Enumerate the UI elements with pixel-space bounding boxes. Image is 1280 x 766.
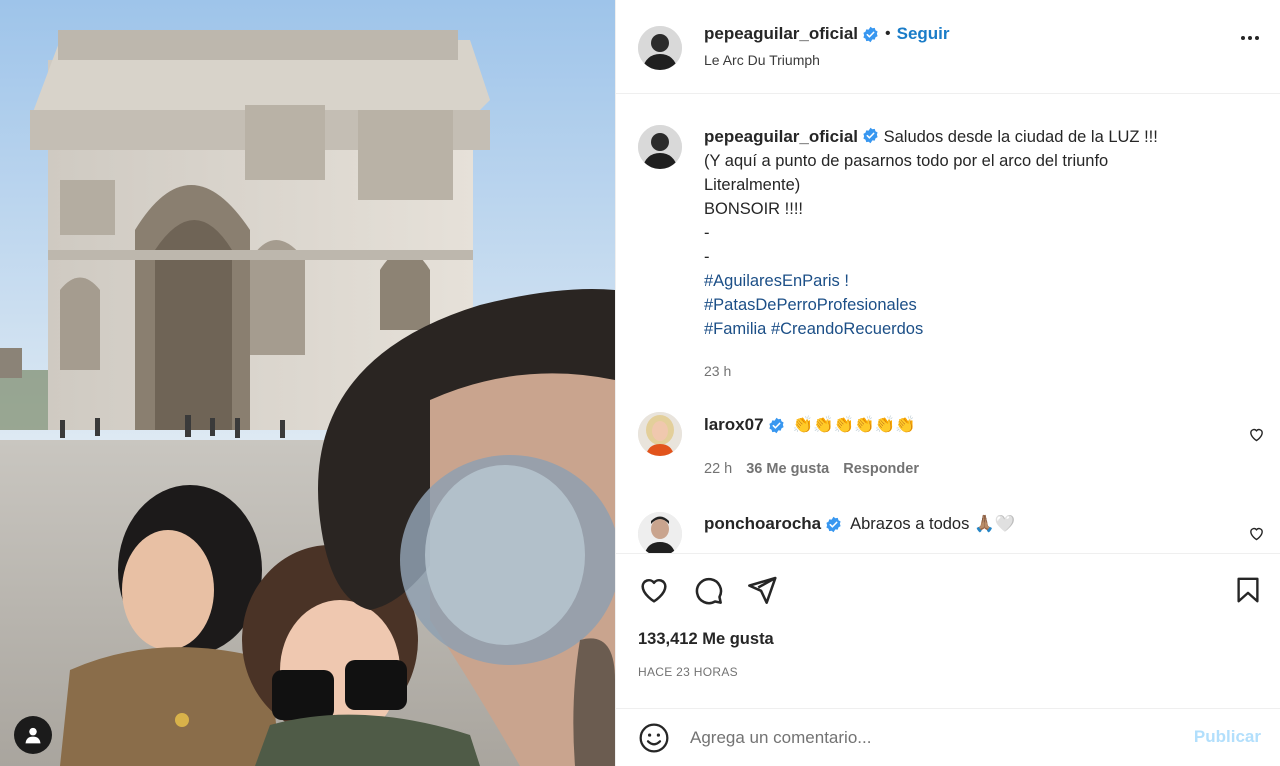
caption-line: - [704, 248, 710, 266]
likes-count[interactable]: 133,412 Me gusta [638, 630, 774, 649]
comment-avatar[interactable] [638, 512, 682, 553]
verified-icon [826, 516, 841, 532]
hashtag-link[interactable]: #Familia [704, 320, 766, 338]
verified-icon [768, 417, 784, 433]
comment-likes[interactable]: 36 Me gusta [746, 461, 829, 477]
comment-composer: Publicar [616, 708, 1280, 766]
more-dot-icon [1248, 36, 1252, 40]
comment-row: ponchoarocha Abrazos a todos 🙏🏽🤍 [704, 514, 1015, 534]
reply-button[interactable]: Responder [843, 461, 919, 477]
user-icon [25, 727, 41, 744]
avatar-image [638, 412, 682, 456]
verified-icon [863, 127, 878, 144]
more-dot-icon [1241, 36, 1245, 40]
post-side-panel: pepeaguilar_oficial • Seguir Le Arc Du T… [615, 0, 1280, 766]
follow-button[interactable]: Seguir [897, 24, 950, 44]
comment-time[interactable]: 22 h [704, 461, 732, 477]
publish-button[interactable]: Publicar [1194, 727, 1261, 747]
verified-icon [863, 26, 878, 42]
comment-author-username[interactable]: larox07 [704, 415, 764, 435]
comments-section[interactable]: pepeaguilar_oficial Saludos desde la ciu… [616, 95, 1280, 553]
comment-avatar[interactable] [638, 412, 682, 456]
post-location[interactable]: Le Arc Du Triumph [704, 52, 820, 68]
post-actions: 133,412 Me gusta HACE 23 HORAS [616, 553, 1280, 708]
hashtag-link[interactable]: #CreandoRecuerdos [771, 320, 923, 338]
caption-avatar[interactable] [638, 125, 682, 169]
caption-line: (Y aquí a punto de pasarnos todo por el … [704, 152, 1109, 170]
post-author-username[interactable]: pepeaguilar_oficial [704, 24, 858, 44]
emoji-icon[interactable] [638, 722, 670, 754]
like-comment-heart-icon[interactable] [1248, 426, 1265, 443]
avatar[interactable] [638, 26, 682, 70]
hashtag-link[interactable]: #AguilaresEnParis ! [704, 272, 849, 290]
comment-bubble-icon[interactable] [692, 574, 724, 606]
hashtag-link[interactable]: #PatasDePerroProfesionales [704, 296, 917, 314]
like-heart-icon[interactable] [638, 574, 670, 606]
like-comment-heart-icon[interactable] [1248, 525, 1265, 542]
post-header: pepeaguilar_oficial • Seguir Le Arc Du T… [616, 0, 1280, 94]
avatar-image [638, 512, 682, 553]
comment-text: 👏👏👏👏👏👏 [792, 415, 916, 434]
more-options-button[interactable] [1241, 36, 1259, 40]
caption-line: BONSOIR !!!! [704, 200, 804, 218]
save-bookmark-icon[interactable] [1233, 574, 1263, 606]
post-timestamp[interactable]: HACE 23 HORAS [638, 665, 738, 679]
caption-line: Saludos desde la ciudad de la LUZ !!! [883, 128, 1158, 146]
more-dot-icon [1255, 36, 1259, 40]
comment-input[interactable] [690, 723, 1170, 753]
caption-line: Literalmente) [704, 176, 801, 194]
comment-meta: 22 h 36 Me gusta Responder [704, 461, 919, 477]
separator-dot: • [885, 25, 891, 42]
avatar-image [638, 125, 682, 169]
comment-author-username[interactable]: ponchoarocha [704, 514, 821, 534]
caption-timestamp[interactable]: 23 h [704, 363, 731, 379]
caption-author-username[interactable]: pepeaguilar_oficial [704, 127, 858, 146]
share-send-icon[interactable] [746, 574, 778, 606]
comment-text: Abrazos a todos 🙏🏽🤍 [850, 514, 1016, 533]
comment-row: larox07 👏👏👏👏👏👏 [704, 415, 916, 435]
post-caption: pepeaguilar_oficial Saludos desde la ciu… [704, 125, 1224, 341]
tagged-users-button[interactable] [14, 716, 52, 754]
avatar-image [638, 26, 682, 70]
caption-line: - [704, 224, 710, 242]
post-photo[interactable] [0, 0, 615, 766]
photo-scene [0, 0, 615, 766]
